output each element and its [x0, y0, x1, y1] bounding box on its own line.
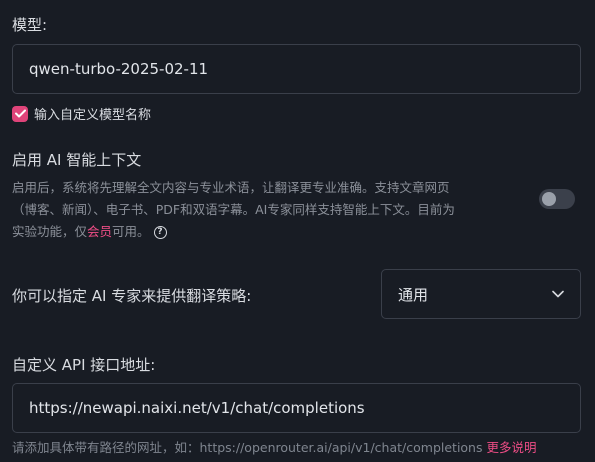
api-label: 自定义 API 接口地址: — [12, 356, 156, 374]
more-info-link[interactable]: 更多说明 — [486, 440, 536, 455]
api-hint-text: 请添加具体带有路径的网址，如：https://openrouter.ai/api… — [12, 440, 483, 455]
context-toggle[interactable] — [539, 189, 575, 209]
checkmark-icon — [14, 109, 26, 118]
context-desc-line-1: 启用后，系统将先理解全文内容与专业术语，让翻译更专业准确。支持文章网页 — [12, 180, 450, 195]
expert-select[interactable]: 通用 — [381, 269, 581, 319]
expert-label: 你可以指定 AI 专家来提供翻译策略: — [12, 287, 252, 305]
model-label: 模型: — [12, 16, 48, 34]
api-input[interactable]: https://newapi.naixi.net/v1/chat/complet… — [12, 383, 581, 433]
api-input-value: https://newapi.naixi.net/v1/chat/complet… — [29, 399, 365, 417]
context-desc-line-3: 实验功能，仅 — [12, 224, 88, 239]
custom-model-option[interactable]: 输入自定义模型名称 — [12, 104, 151, 123]
chevron-down-icon — [552, 290, 564, 298]
api-hint: 请添加具体带有路径的网址，如：https://openrouter.ai/api… — [12, 437, 537, 456]
member-link[interactable]: 会员 — [87, 224, 112, 239]
model-input-value: qwen-turbo-2025-02-11 — [29, 60, 209, 78]
expert-select-value: 通用 — [398, 285, 429, 304]
context-description: 启用后，系统将先理解全文内容与专业术语，让翻译更专业准确。支持文章网页 （博客、… — [12, 177, 532, 243]
context-desc-line-3-end: 可用。 — [112, 224, 150, 239]
model-input[interactable]: qwen-turbo-2025-02-11 — [12, 44, 581, 94]
context-title: 启用 AI 智能上下文 — [12, 151, 142, 169]
context-desc-line-2: （博客、新闻）、电子书、PDF和双语字幕。AI专家同样支持智能上下文。目前为 — [12, 202, 455, 217]
help-icon[interactable]: ? — [153, 225, 167, 239]
custom-model-label: 输入自定义模型名称 — [34, 108, 152, 123]
toggle-knob — [542, 192, 556, 206]
custom-model-checkbox[interactable] — [12, 105, 28, 122]
